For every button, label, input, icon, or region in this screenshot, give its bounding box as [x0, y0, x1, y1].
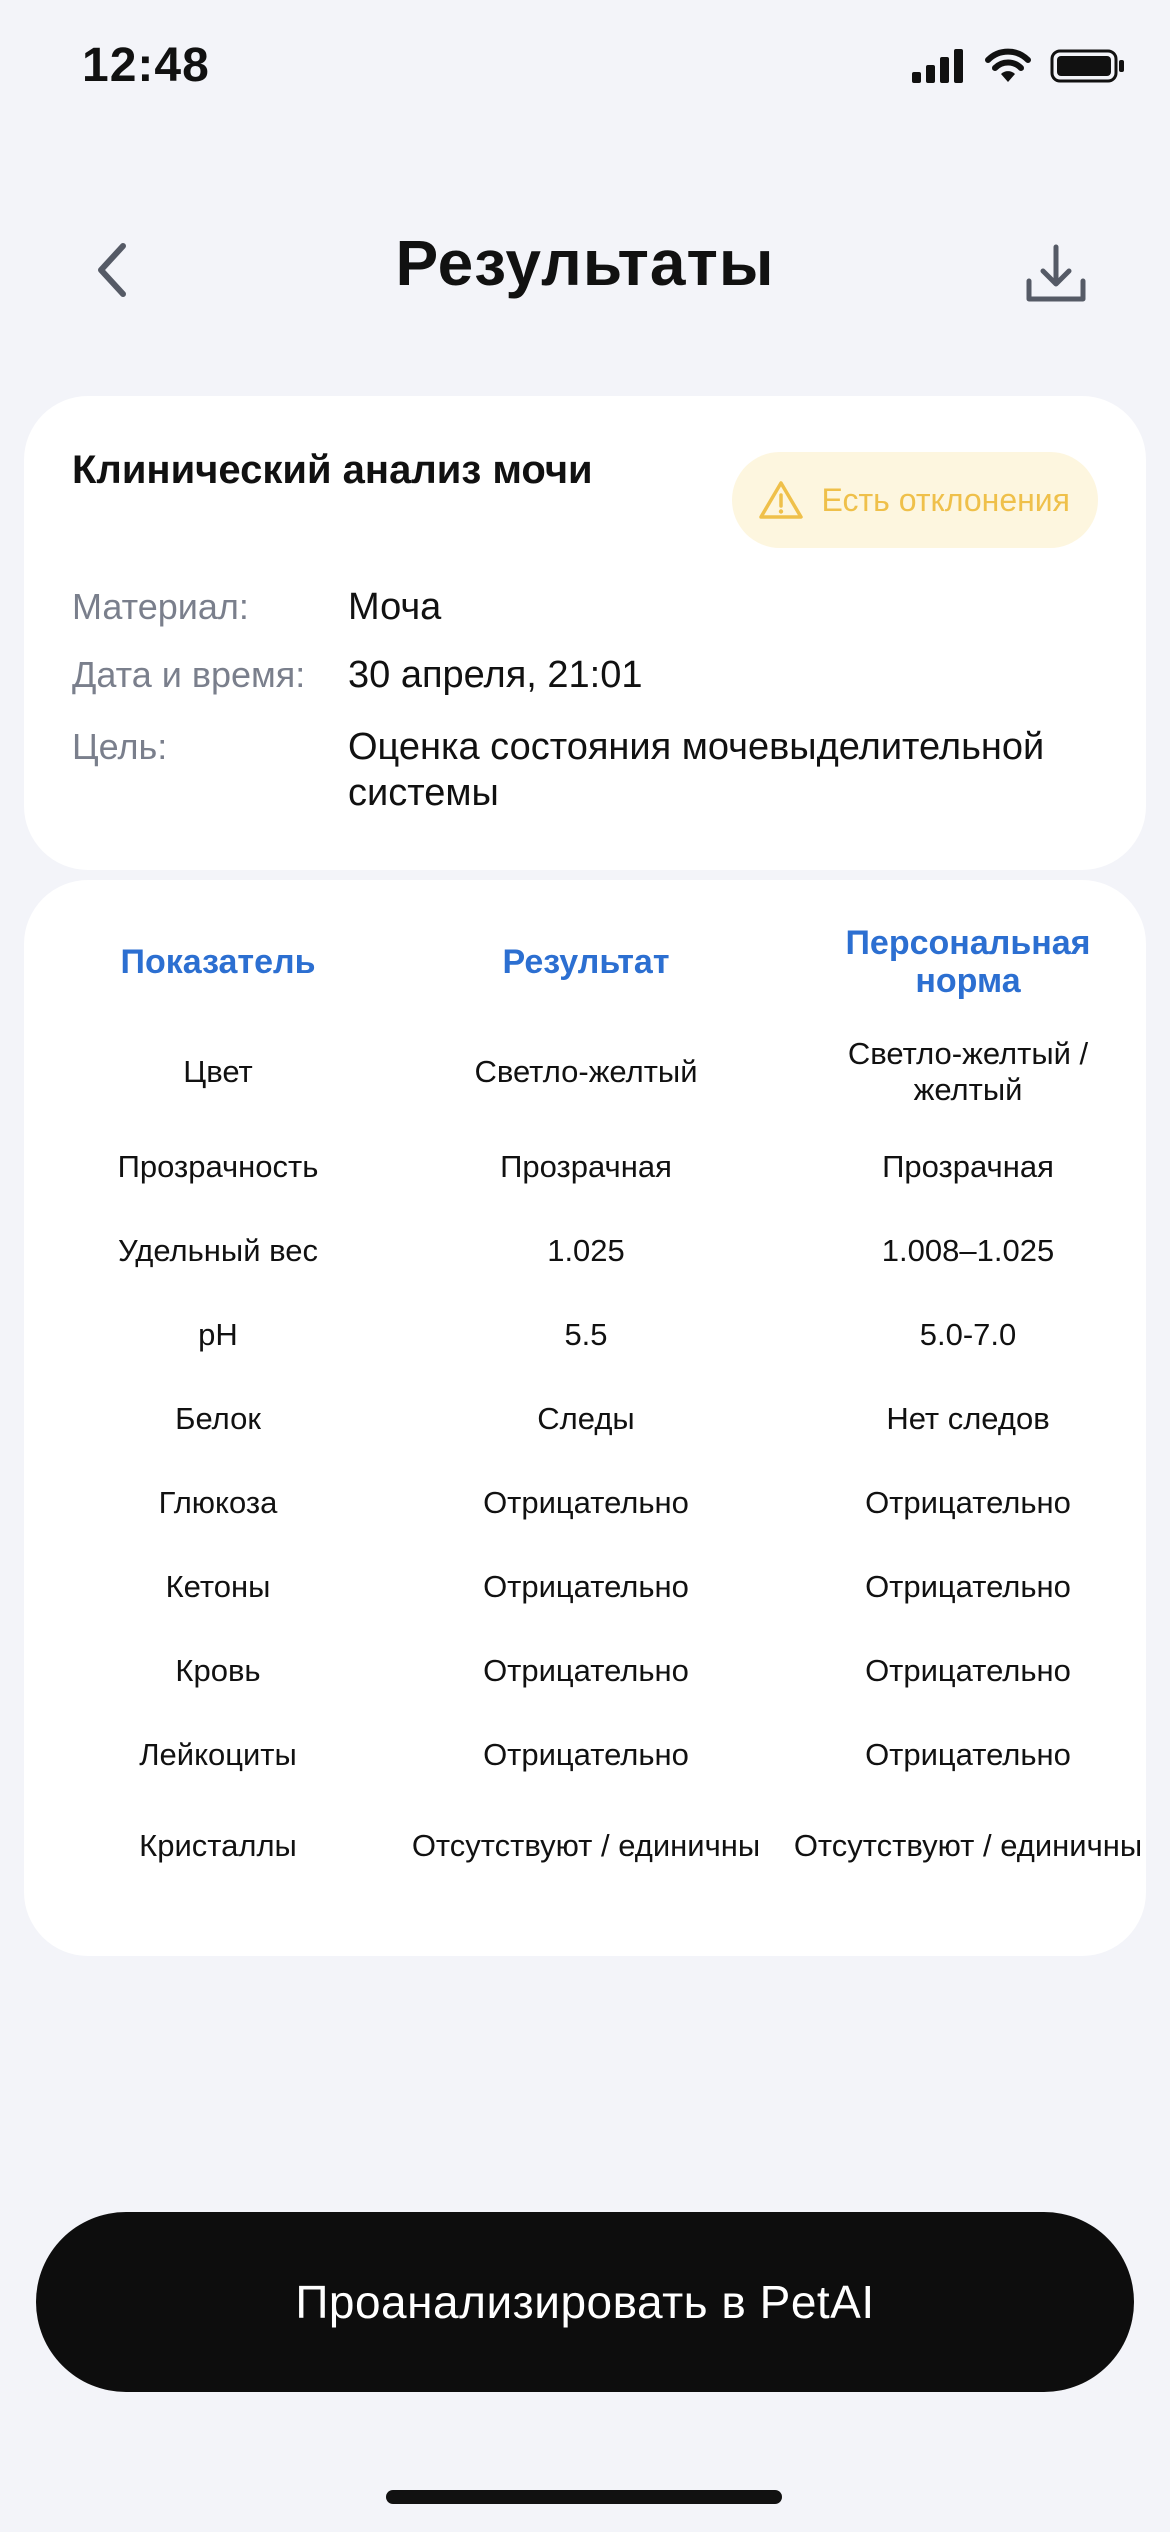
column-header-indicator: Показатель — [120, 943, 316, 981]
status-icons — [910, 48, 1126, 84]
column-header-result: Результат — [502, 943, 670, 981]
cell-norm: Отсутствуют / единичны — [793, 1828, 1143, 1863]
table-row: Лейкоциты Отрицательно Отрицательно — [24, 1730, 1146, 1780]
info-label: Материал: — [72, 586, 249, 627]
cell-result: Отрицательно — [483, 1485, 689, 1520]
table-row: Белок Следы Нет следов — [24, 1394, 1146, 1444]
info-row-datetime: Дата и время: 30 апреля, 21:01 — [72, 652, 1118, 698]
analyze-button-label: Проанализировать в PetAI — [295, 2276, 875, 2328]
cell-indicator: Глюкоза — [158, 1485, 278, 1520]
info-label: Цель: — [72, 726, 168, 767]
cell-result: Прозрачная — [500, 1149, 672, 1184]
test-title: Клинический анализ мочи — [72, 448, 593, 492]
cell-indicator: Кровь — [175, 1653, 261, 1688]
info-value: Моча — [348, 586, 442, 628]
cell-norm: Отрицательно — [865, 1653, 1071, 1688]
header: Результаты — [0, 200, 1170, 340]
download-icon — [1026, 244, 1086, 302]
cell-norm: 1.008–1.025 — [881, 1233, 1055, 1268]
cell-indicator: Кетоны — [165, 1569, 271, 1604]
info-row-purpose: Цель: Оценка состояния мочевыделительной… — [72, 724, 1118, 816]
cell-norm: 5.0-7.0 — [919, 1317, 1017, 1352]
info-label: Дата и время: — [72, 654, 306, 695]
deviation-badge-label: Есть отклонения — [821, 481, 1070, 518]
cell-indicator: Белок — [175, 1401, 261, 1436]
cell-result: Отрицательно — [483, 1653, 689, 1688]
cell-indicator: Кристаллы — [139, 1828, 297, 1863]
table-row: Прозрачность Прозрачная Прозрачная — [24, 1142, 1146, 1192]
table-row: Кристаллы Отсутствуют / единичны Отсутст… — [24, 1804, 1146, 1888]
info-value: Оценка состояния мочевыделительной систе… — [348, 726, 1045, 814]
cell-indicator: Прозрачность — [117, 1149, 319, 1184]
table-row: Глюкоза Отрицательно Отрицательно — [24, 1478, 1146, 1528]
status-time: 12:48 — [82, 39, 210, 92]
table-row: Удельный вес 1.025 1.008–1.025 — [24, 1226, 1146, 1276]
wifi-icon — [985, 48, 1031, 82]
table-row: Кетоны Отрицательно Отрицательно — [24, 1562, 1146, 1612]
page-title: Результаты — [395, 227, 775, 299]
cell-norm: Светло-желтый / желтый — [847, 1036, 1089, 1107]
cell-result: Следы — [537, 1401, 635, 1436]
cell-norm: Отрицательно — [865, 1485, 1071, 1520]
analyze-petai-button[interactable]: Проанализировать в PetAI — [36, 2212, 1134, 2392]
cell-norm: Нет следов — [886, 1401, 1050, 1436]
cell-norm: Отрицательно — [865, 1569, 1071, 1604]
cell-indicator: Удельный вес — [117, 1233, 318, 1268]
cell-norm: Отрицательно — [865, 1737, 1071, 1772]
battery-icon — [1050, 49, 1124, 83]
deviation-badge: Есть отклонения — [731, 452, 1098, 548]
cell-indicator: Лейкоциты — [139, 1737, 297, 1772]
cell-result: Отрицательно — [483, 1569, 689, 1604]
info-row-material: Материал: Моча — [72, 584, 1118, 630]
warning-icon — [758, 481, 803, 519]
cell-result: 1.025 — [547, 1233, 625, 1268]
status-bar: 12:48 — [0, 0, 1170, 140]
cell-result: Светло-желтый — [474, 1054, 698, 1089]
cell-norm: Прозрачная — [882, 1149, 1054, 1184]
table-row: Кровь Отрицательно Отрицательно — [24, 1646, 1146, 1696]
results-table-card: Показатель Результат Персональная норма … — [24, 880, 1146, 1956]
cell-result: Отрицательно — [483, 1737, 689, 1772]
signal-icon — [912, 49, 963, 83]
table-row: Цвет Светло-желтый Светло-желтый / желты… — [24, 1032, 1146, 1112]
download-button[interactable] — [1016, 234, 1096, 314]
cell-indicator: Цвет — [183, 1054, 253, 1089]
home-indicator[interactable] — [386, 2490, 782, 2504]
cell-result: 5.5 — [564, 1317, 608, 1352]
table-header-row: Показатель Результат Персональная норма — [24, 922, 1146, 1002]
cell-result: Отсутствуют / единичны — [411, 1828, 761, 1863]
info-value: 30 апреля, 21:01 — [348, 654, 643, 696]
table-row: pH 5.5 5.0-7.0 — [24, 1310, 1146, 1360]
column-header-norm: Персональная норма — [845, 924, 1091, 1000]
cell-indicator: pH — [198, 1317, 238, 1352]
test-info-card: Клинический анализ мочи Есть отклонения … — [24, 396, 1146, 870]
results-screen: 12:48 Результаты Клинический анализ мочи… — [0, 0, 1170, 2532]
